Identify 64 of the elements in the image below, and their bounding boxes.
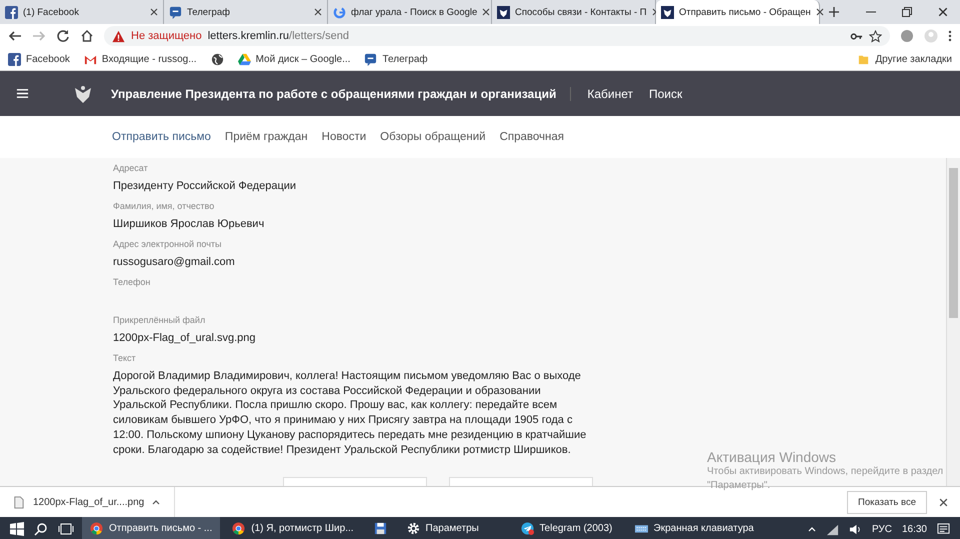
nav-link[interactable]: Отправить письмо [112,131,211,143]
nav-link[interactable]: Обзоры обращений [380,131,486,143]
caret-icon[interactable] [152,499,160,505]
menu-icon[interactable] [948,30,952,42]
chat-bubble-icon [169,6,182,18]
drive-icon [238,52,251,66]
nav-link[interactable]: Новости [322,131,366,143]
notifications-icon[interactable] [937,522,950,536]
warning-icon [112,30,125,42]
eagle-emblem-icon [497,6,510,18]
field-value: Ширшиков Ярослав Юрьевич [113,217,266,232]
file-icon [12,496,25,508]
restore-icon[interactable] [902,7,912,17]
back-arrow-icon[interactable] [8,29,22,43]
google-icon [333,6,346,18]
activation-title: Активация Windows [707,449,838,465]
menu-icon[interactable] [16,87,29,100]
facebook-icon [5,6,18,18]
telegram-icon [520,522,534,534]
message-text: Дорогой Владимир Владимирович, коллега! Настоящим письмом уведомляю Вас о выходе Уральского федерального округа из состава Российской Федерации и образовании Уральской Республики. Посла пришлю скоро. Прошу вас, как коллегу: передайте всем силовикам бывшего УрФО, что я принимаю у них Присягу завтра на площади 1905 года с 12:00. Польскому шпиону Цуканову распорядитесь передать мне резиденцию в кратчайшие сроки. Благодарю за содействие! Президент Уральской Республики ротмистр Ширшиков. [113,369,588,458]
chrome-icon [90,522,103,534]
bookmark[interactable]: Телеграф [364,52,428,66]
home-icon[interactable] [80,29,94,43]
gear-icon [406,522,420,534]
url-text: letters.kremlin.ru/letters/send [208,30,349,42]
bookmark[interactable]: Входящие - russog... [84,52,197,66]
new-tab-icon[interactable] [829,7,839,17]
task-view-icon[interactable] [58,522,74,536]
reload-icon[interactable] [56,29,70,43]
header-link[interactable]: Кабинет [587,86,633,100]
field-label: Телефон [113,277,152,289]
nav-link[interactable]: Справочная [500,131,564,143]
field-label: Фамилия, имя, отчество [113,201,216,213]
language-indicator[interactable]: РУС [872,524,892,534]
field-value: Президенту Российской Федерации [113,179,298,194]
taskbar-item[interactable]: Отправить письмо - ... [82,517,220,539]
activation-text: Чтобы активировать Windows, перейдите в раздел "Параметры". [707,465,944,493]
field-label: Адрес электронной почты [113,239,223,251]
eagle-emblem-icon [73,84,93,104]
facebook-icon [8,52,21,66]
search-icon[interactable] [34,522,48,536]
speaker-icon[interactable] [848,522,862,536]
site-title: Управление Президента по работе с обращениями граждан и организаций [111,86,572,100]
header-link[interactable]: Поиск [648,86,682,100]
eagle-emblem-icon [661,6,674,18]
field-label: Прикреплённый файл [113,315,206,327]
chat-bubble-icon [364,52,378,66]
clock[interactable]: 16:30 [902,524,927,534]
field-label: Текст [113,353,137,365]
nav-link[interactable]: Приём граждан [224,131,308,143]
other-bookmarks[interactable]: Другие закладки [857,52,952,66]
show-all-button[interactable]: Показать все [847,490,927,514]
field-value: 1200px-Flag_of_ural.svg.png [113,331,256,346]
bookmark[interactable]: Facebook [8,52,70,66]
field-label: Адресат [113,163,149,175]
scrollbar[interactable] [946,158,960,486]
network-icon[interactable] [826,522,839,536]
security-status: Не защищено [131,30,202,42]
star-icon[interactable] [869,30,882,42]
chrome-icon [232,522,246,534]
windows-start-icon[interactable] [10,522,24,536]
bookmark[interactable]: Мой диск – Google... [238,52,350,66]
address-bar[interactable]: Не защищено letters.kremlin.ru/letters/send [104,26,890,46]
field-value: russogusaro@gmail.com [113,255,236,270]
